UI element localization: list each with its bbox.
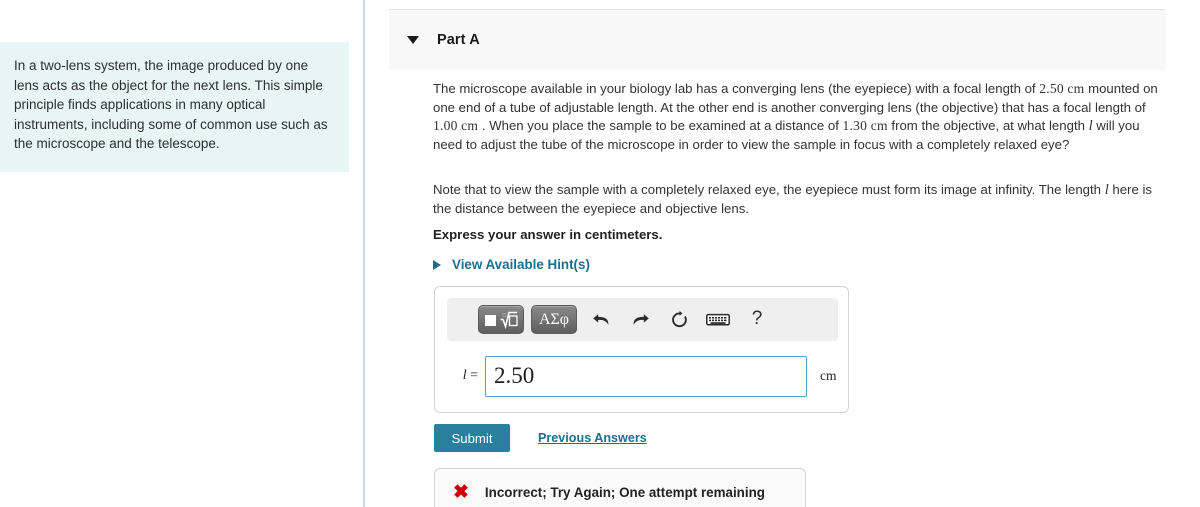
question-segment-4: from the objective, at what length bbox=[887, 118, 1089, 134]
redo-icon[interactable] bbox=[623, 305, 657, 334]
answer-variable-label: l = bbox=[447, 368, 485, 384]
answer-input[interactable] bbox=[485, 355, 807, 397]
focal-length-objective: 1.00 cm bbox=[433, 118, 479, 134]
keyboard-icon[interactable] bbox=[701, 305, 735, 334]
x-mark-icon: ✖ bbox=[453, 481, 469, 503]
answer-card: □ ΑΣφ ? l = 2.50 cm bbox=[434, 286, 849, 413]
part-a-header[interactable]: Part A bbox=[389, 9, 1166, 70]
submit-button[interactable]: Submit bbox=[434, 424, 510, 452]
express-answer-instruction: Express your answer in centimeters. bbox=[433, 227, 663, 242]
note-segment-1: Note that to view the sample with a comp… bbox=[433, 182, 1105, 197]
problem-page: In a two-lens system, the image produced… bbox=[0, 0, 1200, 507]
template-radical-button[interactable]: □ bbox=[478, 305, 524, 334]
greek-symbols-label: ΑΣφ bbox=[538, 310, 570, 328]
focal-length-eyepiece: 2.50 cm bbox=[1039, 81, 1085, 96]
previous-answers-link[interactable]: Previous Answers bbox=[538, 431, 647, 445]
help-icon[interactable]: ? bbox=[740, 305, 774, 334]
answer-equals: = bbox=[470, 368, 478, 383]
answer-input-row: l = cm bbox=[447, 353, 840, 399]
help-question-mark: ? bbox=[751, 308, 763, 329]
answer-unit-label: cm bbox=[820, 368, 837, 383]
question-segment-3: . When you place the sample to be examin… bbox=[478, 118, 843, 134]
feedback-box: ✖ Incorrect; Try Again; One attempt rema… bbox=[434, 468, 806, 507]
note-text: Note that to view the sample with a comp… bbox=[433, 181, 1168, 218]
question-text: The microscope available in your biology… bbox=[433, 80, 1168, 154]
math-toolbar: □ ΑΣφ ? bbox=[447, 298, 838, 341]
right-pane: Part A The microscope available in your … bbox=[365, 0, 1200, 507]
caret-right-icon[interactable] bbox=[433, 259, 441, 270]
intro-callout: In a two-lens system, the image produced… bbox=[0, 42, 349, 172]
intro-paragraph: In a two-lens system, the image produced… bbox=[14, 58, 328, 151]
svg-text:□: □ bbox=[503, 313, 507, 319]
part-title: Part A bbox=[437, 32, 480, 48]
left-pane: In a two-lens system, the image produced… bbox=[0, 0, 363, 507]
view-hints-link[interactable]: View Available Hint(s) bbox=[433, 257, 590, 272]
reset-icon[interactable] bbox=[662, 305, 696, 334]
caret-down-icon[interactable] bbox=[407, 36, 419, 44]
submit-row: Submit Previous Answers bbox=[434, 424, 647, 452]
greek-symbols-button[interactable]: ΑΣφ bbox=[531, 305, 577, 334]
sample-distance: 1.30 cm bbox=[842, 118, 888, 134]
undo-icon[interactable] bbox=[584, 305, 618, 334]
question-segment-1: The microscope available in your biology… bbox=[433, 81, 1040, 96]
answer-variable: l bbox=[462, 368, 467, 383]
view-hints-label: View Available Hint(s) bbox=[452, 257, 590, 272]
feedback-message: Incorrect; Try Again; One attempt remain… bbox=[484, 484, 765, 500]
